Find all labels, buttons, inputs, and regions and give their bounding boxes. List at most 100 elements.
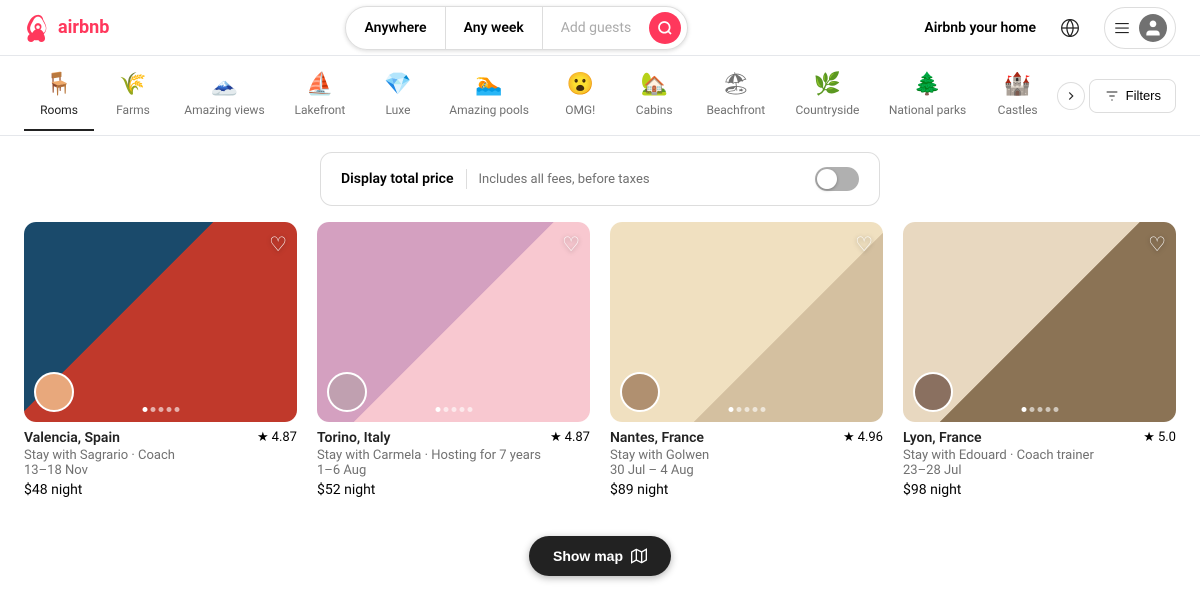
- dot: [451, 407, 456, 412]
- beachfront-icon: 🏖: [722, 72, 750, 97]
- listing-location-2: Torino, Italy: [317, 430, 391, 446]
- omg-label: OMG!: [565, 103, 595, 117]
- star-icon-3: ★: [843, 430, 855, 445]
- sidebar-item-lakefront[interactable]: ⛵ Lakefront: [281, 60, 359, 131]
- search-button[interactable]: [649, 12, 681, 44]
- host-avatar-1: [34, 372, 74, 412]
- listing-dates-1: 13–18 Nov: [24, 463, 297, 478]
- header-right: Airbnb your home: [924, 7, 1176, 49]
- dot: [1021, 407, 1026, 412]
- airbnb-logo-icon: [24, 14, 52, 42]
- dot: [467, 407, 472, 412]
- dot: [1053, 407, 1058, 412]
- price-banner: Display total price Includes all fees, b…: [320, 152, 880, 206]
- listing-price-2: $52 night: [317, 482, 590, 498]
- listing-card-2[interactable]: ♡ Torino, Italy ★ 4.87 Stay with Carmela…: [317, 222, 590, 502]
- globe-icon: [1060, 18, 1080, 38]
- price-toggle[interactable]: [815, 167, 859, 191]
- dot: [736, 407, 741, 412]
- listing-image-4: ♡: [903, 222, 1176, 422]
- castles-label: Castles: [998, 103, 1038, 117]
- listing-rating-2: ★ 4.87: [550, 430, 590, 445]
- sidebar-item-omg[interactable]: 😮 OMG!: [545, 60, 615, 131]
- sidebar-item-rooms[interactable]: 🪑 Rooms: [24, 60, 94, 131]
- lakefront-label: Lakefront: [295, 103, 346, 117]
- chevron-right-icon: [1064, 89, 1078, 103]
- airbnb-your-home[interactable]: Airbnb your home: [924, 20, 1036, 36]
- listing-title-row-3: Nantes, France ★ 4.96: [610, 430, 883, 446]
- sidebar-item-cabins[interactable]: 🏡 Cabins: [619, 60, 689, 131]
- listing-card-4[interactable]: ♡ Lyon, France ★ 5.0 Stay with Edouard ·…: [903, 222, 1176, 502]
- host-avatar-3: [620, 372, 660, 412]
- lakefront-icon: ⛵: [306, 72, 333, 97]
- image-dots-1: [142, 407, 179, 412]
- listing-card-3[interactable]: ♡ Nantes, France ★ 4.96 Stay with Golwen…: [610, 222, 883, 502]
- luxe-icon: 💎: [384, 72, 411, 97]
- sidebar-item-amazing-views[interactable]: 🗻 Amazing views: [172, 60, 277, 131]
- airbnb-logo[interactable]: airbnb: [24, 14, 109, 42]
- listing-host-1: Stay with Sagrario · Coach: [24, 448, 297, 463]
- sidebar-item-farms[interactable]: 🌾 Farms: [98, 60, 168, 131]
- farms-label: Farms: [116, 103, 150, 117]
- category-nav: 🪑 Rooms 🌾 Farms 🗻 Amazing views ⛵ Lakefr…: [0, 56, 1200, 136]
- dot: [435, 407, 440, 412]
- listing-location-1: Valencia, Spain: [24, 430, 120, 446]
- dot: [142, 407, 147, 412]
- user-menu[interactable]: [1104, 7, 1176, 49]
- star-icon-1: ★: [257, 430, 269, 445]
- wishlist-button-3[interactable]: ♡: [855, 232, 873, 257]
- amazing-pools-icon: 🏊: [475, 72, 502, 97]
- search-week[interactable]: Any week: [446, 7, 543, 49]
- countryside-icon: 🌿: [814, 72, 841, 97]
- wishlist-button-4[interactable]: ♡: [1148, 232, 1166, 257]
- national-parks-icon: 🌲: [914, 72, 941, 97]
- cabins-label: Cabins: [636, 103, 673, 117]
- search-location[interactable]: Anywhere: [346, 7, 445, 49]
- wishlist-button-2[interactable]: ♡: [562, 232, 580, 257]
- listing-info-3: Nantes, France ★ 4.96 Stay with Golwen 3…: [610, 422, 883, 502]
- filters-button[interactable]: Filters: [1089, 79, 1176, 113]
- globe-button[interactable]: [1052, 10, 1088, 46]
- search-bar[interactable]: Anywhere Any week Add guests: [345, 6, 688, 50]
- listing-info-4: Lyon, France ★ 5.0 Stay with Edouard · C…: [903, 422, 1176, 502]
- price-banner-left: Display total price Includes all fees, b…: [341, 169, 650, 189]
- listing-dates-2: 1–6 Aug: [317, 463, 590, 478]
- listing-card-1[interactable]: ♡ Valencia, Spain ★ 4.87 Stay with Sagra…: [24, 222, 297, 502]
- sidebar-item-national-parks[interactable]: 🌲 National parks: [876, 60, 978, 131]
- sidebar-item-countryside[interactable]: 🌿 Countryside: [782, 60, 872, 131]
- dot: [158, 407, 163, 412]
- dot: [150, 407, 155, 412]
- search-guests[interactable]: Add guests: [543, 7, 649, 49]
- price-label: Display total price: [341, 171, 454, 187]
- listing-dates-3: 30 Jul – 4 Aug: [610, 463, 883, 478]
- listing-info-2: Torino, Italy ★ 4.87 Stay with Carmela ·…: [317, 422, 590, 502]
- dot: [760, 407, 765, 412]
- listing-title-row-4: Lyon, France ★ 5.0: [903, 430, 1176, 446]
- dot: [166, 407, 171, 412]
- countryside-label: Countryside: [795, 103, 859, 117]
- omg-icon: 😮: [566, 72, 593, 97]
- wishlist-button-1[interactable]: ♡: [269, 232, 287, 257]
- listing-location-4: Lyon, France: [903, 430, 982, 446]
- avatar: [1139, 14, 1167, 42]
- listing-host-2: Stay with Carmela · Hosting for 7 years: [317, 448, 590, 463]
- dot: [744, 407, 749, 412]
- sidebar-item-castles[interactable]: 🏰 Castles: [983, 60, 1053, 131]
- show-map-button[interactable]: Show map: [529, 536, 671, 576]
- host-avatar-2: [327, 372, 367, 412]
- listing-image-3: ♡: [610, 222, 883, 422]
- castles-icon: 🏰: [1004, 72, 1031, 97]
- search-icon: [657, 20, 673, 36]
- dot: [1045, 407, 1050, 412]
- dot: [174, 407, 179, 412]
- rooms-icon: 🪑: [45, 72, 72, 97]
- price-sublabel: Includes all fees, before taxes: [479, 172, 650, 187]
- amazing-views-label: Amazing views: [184, 103, 264, 117]
- logo-text: airbnb: [58, 17, 109, 38]
- sidebar-item-amazing-pools[interactable]: 🏊 Amazing pools: [437, 60, 541, 131]
- listing-rating-3: ★ 4.96: [843, 430, 883, 445]
- cabins-icon: 🏡: [640, 72, 667, 97]
- nav-next-arrow[interactable]: [1057, 82, 1085, 110]
- sidebar-item-beachfront[interactable]: 🏖 Beachfront: [693, 60, 778, 131]
- sidebar-item-luxe[interactable]: 💎 Luxe: [363, 60, 433, 131]
